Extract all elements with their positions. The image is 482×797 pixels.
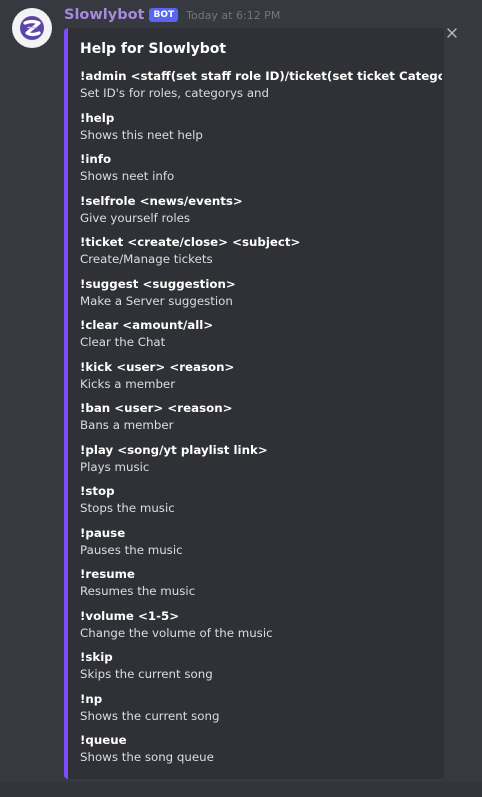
field-value: Bans a member bbox=[80, 418, 174, 432]
field-value: Resumes the music bbox=[80, 584, 196, 598]
bot-tag: BOT bbox=[149, 8, 179, 22]
avatar[interactable] bbox=[12, 8, 52, 48]
field-value: Stops the music bbox=[80, 501, 175, 515]
field-value: Shows neet info bbox=[80, 169, 175, 183]
field-name: !kick <user> <reason> bbox=[80, 359, 235, 374]
embed-field: !ban <user> <reason> Bans a member bbox=[80, 400, 442, 442]
embed-field: !info Shows neet info bbox=[80, 151, 442, 193]
embed-field: !resume Resumes the music bbox=[80, 566, 442, 608]
field-value: Skips the current song bbox=[80, 667, 213, 681]
field-value: Kicks a member bbox=[80, 376, 176, 391]
embed-title: Help for Slowlybot bbox=[80, 41, 227, 57]
timestamp[interactable]: Today at 6:12 PM bbox=[186, 9, 280, 22]
field-value: Set ID's for roles, categorys and bbox=[80, 86, 270, 100]
embed-fields: !admin <staff(set staff role ID)/ticket(… bbox=[80, 68, 442, 774]
close-button[interactable] bbox=[443, 24, 461, 42]
embed-field: !play <song/yt playlist link> Plays musi… bbox=[80, 442, 442, 484]
field-name: !np bbox=[80, 691, 103, 706]
embed-field: !ticket <create/close> <subject> Create/… bbox=[80, 234, 442, 276]
embed-field: !stop Stops the music bbox=[80, 483, 442, 525]
field-name: !queue bbox=[80, 733, 127, 747]
embed-field: !admin <staff(set staff role ID)/ticket(… bbox=[80, 68, 442, 110]
field-name: !ticket <create/close> <subject> bbox=[80, 235, 301, 249]
field-name: !help bbox=[80, 110, 115, 125]
field-name: !selfrole <news/events> bbox=[80, 193, 243, 208]
chat-message: Slowlybot BOT Today at 6:12 PM Help for … bbox=[0, 0, 482, 797]
embed-field: !pause Pauses the music bbox=[80, 525, 442, 567]
field-value: Give yourself roles bbox=[80, 210, 191, 225]
field-value: Plays music bbox=[80, 459, 150, 474]
field-name: !volume <1-5> bbox=[80, 608, 180, 623]
embed-field: !queue Shows the song queue bbox=[80, 732, 442, 774]
embed-field: !suggest <suggestion> Make a Server sugg… bbox=[80, 276, 442, 318]
field-name: !ban <user> <reason> bbox=[80, 401, 233, 415]
field-name: !info bbox=[80, 152, 112, 166]
field-name: !admin <staff(set staff role ID)/ticket(… bbox=[80, 69, 442, 83]
field-value: Shows the song queue bbox=[80, 750, 214, 764]
close-icon bbox=[447, 28, 457, 38]
field-name: !play <song/yt playlist link> bbox=[80, 442, 268, 457]
field-value: Shows this neet help bbox=[80, 127, 203, 142]
embed-field: !kick <user> <reason> Kicks a member bbox=[80, 359, 442, 401]
field-value: Clear the Chat bbox=[80, 335, 166, 349]
field-value: Change the volume of the music bbox=[80, 625, 273, 640]
embed-field: !selfrole <news/events> Give yourself ro… bbox=[80, 193, 442, 235]
scroll-edge bbox=[0, 782, 482, 797]
message-header: Slowlybot BOT Today at 6:12 PM bbox=[64, 5, 280, 25]
embed-field: !skip Skips the current song bbox=[80, 649, 442, 691]
embed-field: !np Shows the current song bbox=[80, 691, 442, 733]
field-value: Create/Manage tickets bbox=[80, 252, 213, 266]
field-name: !pause bbox=[80, 525, 126, 540]
embed-field: !help Shows this neet help bbox=[80, 110, 442, 152]
embed-field: !volume <1-5> Change the volume of the m… bbox=[80, 608, 442, 650]
field-name: !suggest <suggestion> bbox=[80, 276, 236, 291]
field-name: !resume bbox=[80, 567, 135, 581]
slowlybot-logo-icon bbox=[20, 16, 44, 40]
field-value: Shows the current song bbox=[80, 708, 220, 723]
embed-field: !clear <amount/all> Clear the Chat bbox=[80, 317, 442, 359]
field-name: !skip bbox=[80, 650, 113, 664]
field-value: Make a Server suggestion bbox=[80, 293, 233, 308]
field-value: Pauses the music bbox=[80, 542, 183, 557]
field-name: !clear <amount/all> bbox=[80, 318, 214, 332]
username[interactable]: Slowlybot bbox=[64, 7, 144, 23]
field-name: !stop bbox=[80, 484, 115, 498]
